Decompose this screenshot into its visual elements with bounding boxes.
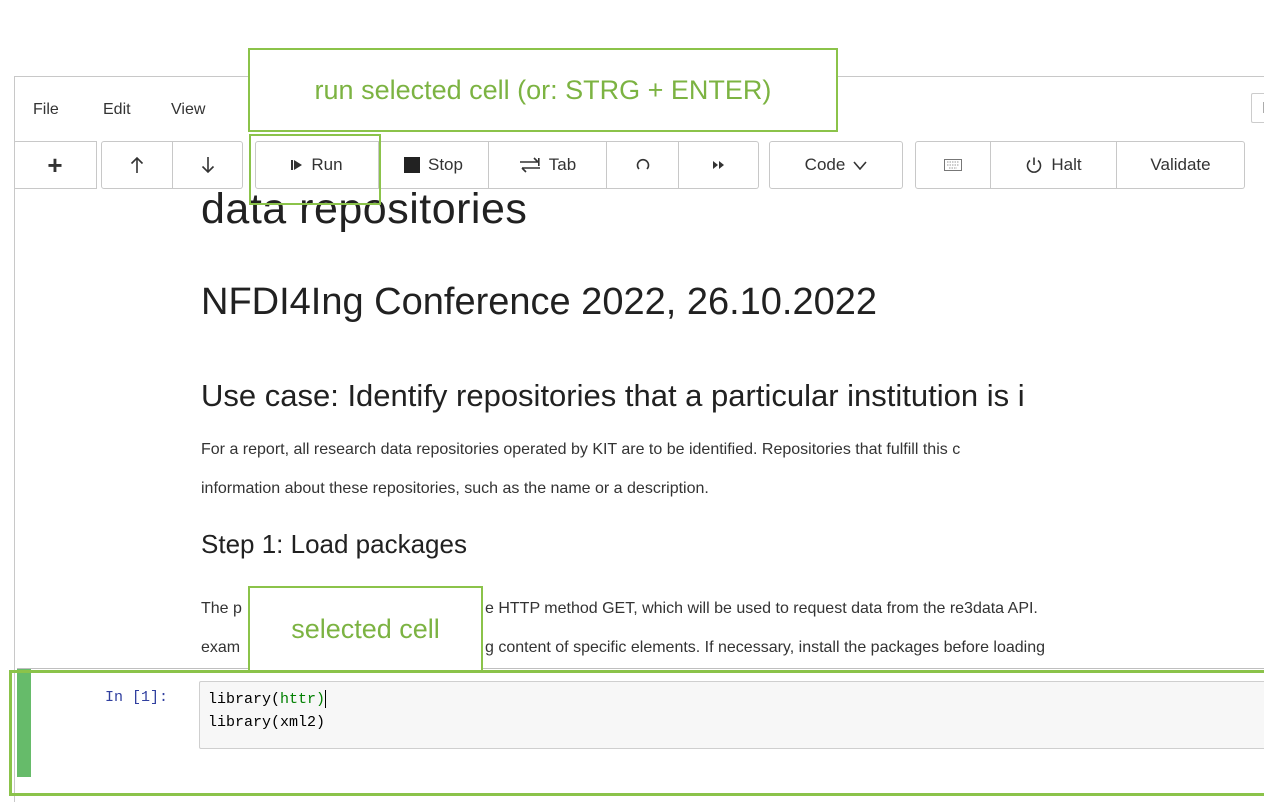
- cell-type-label: Code: [804, 155, 846, 174]
- move-up-button[interactable]: [101, 141, 173, 189]
- move-down-button[interactable]: [173, 141, 243, 189]
- restart-button[interactable]: [607, 141, 679, 189]
- step1-heading: Step 1: Load packages: [201, 529, 467, 559]
- stop-label: Stop: [428, 155, 463, 174]
- stop-button[interactable]: Stop: [379, 141, 489, 189]
- menu-edit[interactable]: Edit: [103, 101, 131, 119]
- fast-forward-button[interactable]: [679, 141, 759, 189]
- keyboard-button[interactable]: [915, 141, 991, 189]
- stop-icon: [404, 157, 420, 173]
- use-case-text-line-1: For a report, all research data reposito…: [201, 441, 961, 458]
- notebook-subtitle: NFDI4Ing Conference 2022, 26.10.2022: [201, 281, 878, 323]
- run-annotation-label: run selected cell (or: STRG + ENTER): [248, 48, 838, 132]
- step1-text-line-2-left: exam: [201, 639, 241, 656]
- run-button-highlight: [249, 134, 381, 205]
- cell-type-select[interactable]: Code: [769, 141, 903, 189]
- tab-button[interactable]: Tab: [489, 141, 607, 189]
- menu-view[interactable]: View: [171, 101, 205, 119]
- step1-text-line-1-left: The p: [201, 600, 242, 617]
- keyboard-icon: [944, 159, 962, 171]
- add-cell-button[interactable]: +: [15, 141, 97, 189]
- use-case-text-line-2: information about these repositories, su…: [201, 480, 709, 497]
- selected-cell-highlight: [9, 670, 1264, 796]
- use-case-heading: Use case: Identify repositories that a p…: [201, 378, 1025, 413]
- plus-icon: +: [47, 149, 63, 180]
- fast-forward-icon: [712, 161, 724, 169]
- arrow-up-icon: [130, 156, 144, 173]
- power-icon: [1027, 157, 1042, 173]
- chevron-down-icon: [853, 160, 867, 170]
- swap-arrows-icon: [519, 157, 540, 173]
- step1-text-line-1-right: e HTTP method GET, which will be used to…: [485, 600, 1038, 617]
- cell-annotation-label: selected cell: [248, 586, 483, 672]
- restart-icon: [636, 158, 649, 170]
- kernel-indicator[interactable]: Ke: [1251, 93, 1264, 123]
- halt-label: Halt: [1051, 155, 1082, 174]
- validate-button[interactable]: Validate: [1117, 141, 1245, 189]
- tab-label: Tab: [548, 155, 577, 174]
- step1-text-line-2-right: g content of specific elements. If neces…: [485, 639, 1046, 656]
- menu-file[interactable]: File: [33, 101, 59, 119]
- halt-button[interactable]: Halt: [991, 141, 1117, 189]
- arrow-down-icon: [201, 157, 214, 174]
- validate-label: Validate: [1150, 155, 1211, 174]
